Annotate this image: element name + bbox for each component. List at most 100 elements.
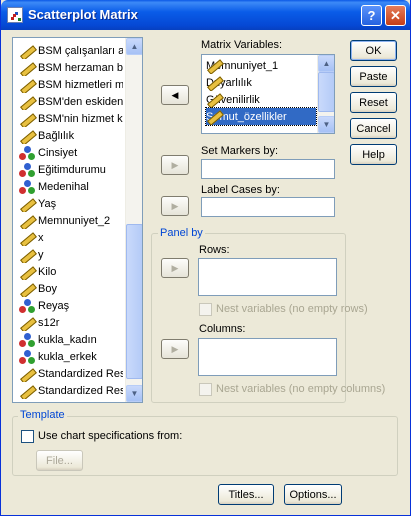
source-variable-list[interactable]: BSM çalışanları asl BSM herzaman be BSM hi… [12, 37, 143, 403]
scale-variable-icon [19, 230, 35, 246]
rows-move-button[interactable]: ▶ [161, 258, 189, 278]
nominal-variable-icon [19, 332, 35, 348]
rows-nest-checkbox[interactable] [199, 303, 212, 316]
scale-variable-icon [19, 128, 35, 144]
help-button[interactable]: Help [350, 144, 397, 165]
title-bar[interactable]: Scatterplot Matrix ? ✕ [1, 0, 410, 30]
scatterplot-matrix-dialog: Scatterplot Matrix ? ✕ BSM çalışanları a… [0, 0, 411, 516]
matrix-variables-label: Matrix Variables: [201, 39, 283, 51]
variable-item[interactable]: Memnuniyet_2 [19, 212, 123, 229]
scroll-down-icon[interactable]: ▼ [318, 116, 334, 133]
variable-item[interactable]: Kilo [19, 263, 123, 280]
scroll-down-icon[interactable]: ▼ [126, 385, 142, 402]
variable-item[interactable]: kukla_kadın [19, 331, 123, 348]
spss-app-icon [7, 7, 23, 23]
panel-by-title: Panel by [158, 227, 205, 239]
set-markers-label: Set Markers by: [201, 145, 279, 157]
variable-label: Standardized Resi [38, 367, 123, 380]
template-title: Template [18, 409, 67, 421]
columns-nest-checkbox[interactable] [199, 383, 212, 396]
title-help-button[interactable]: ? [361, 5, 382, 26]
columns-nest-label: Nest variables (no empty columns) [216, 383, 386, 395]
variable-label: Memnuniyet_2 [38, 214, 111, 227]
variable-label: kukla_erkek [38, 350, 97, 363]
variable-item[interactable]: Eğitimdurumu [19, 161, 123, 178]
matrix-variable-item[interactable]: Memnuniyet_1 [206, 57, 316, 74]
variable-label: BSM'den eskiden l [38, 95, 123, 108]
nominal-variable-icon [19, 298, 35, 314]
rows-nest-label: Nest variables (no empty rows) [216, 303, 368, 315]
ok-button[interactable]: OK [350, 40, 397, 61]
variable-label: BSM hizmetleri mül [38, 78, 123, 91]
variable-item[interactable]: BSM herzaman be [19, 59, 123, 76]
variable-item[interactable]: s12r [19, 314, 123, 331]
variable-item[interactable]: Bağlılık [19, 127, 123, 144]
variable-item[interactable]: y [19, 246, 123, 263]
move-left-button[interactable]: ◀ [161, 85, 189, 105]
variable-item[interactable]: BSM'nin hizmet ka [19, 110, 123, 127]
file-button[interactable]: File... [36, 450, 83, 471]
set-markers-move-button[interactable]: ▶ [161, 155, 189, 175]
variable-label: Yaş [38, 197, 57, 210]
variable-item[interactable]: Boy [19, 280, 123, 297]
matrix-variable-item[interactable]: Somut_özellikler [205, 107, 317, 126]
set-markers-field[interactable] [201, 159, 335, 179]
scroll-up-icon[interactable]: ▲ [126, 38, 142, 55]
paste-button[interactable]: Paste [350, 66, 397, 87]
variable-item[interactable]: BSM hizmetleri mül [19, 76, 123, 93]
scroll-thumb[interactable] [318, 72, 334, 112]
matrix-variable-item[interactable]: Güvenilirlik [206, 91, 316, 108]
title-close-button[interactable]: ✕ [385, 5, 406, 26]
variable-label: s12r [38, 316, 60, 329]
scale-variable-icon [19, 264, 35, 280]
scale-variable-icon [19, 43, 35, 59]
arrow-left-icon: ◀ [171, 89, 179, 100]
variable-item[interactable]: Cinsiyet [19, 144, 123, 161]
nominal-variable-icon [19, 349, 35, 365]
variable-item[interactable]: kukla_erkek [19, 348, 123, 365]
arrow-right-icon: ▶ [171, 200, 179, 211]
window-title: Scatterplot Matrix [28, 7, 138, 22]
scale-variable-icon [19, 60, 35, 76]
scale-variable-icon [19, 281, 35, 297]
variable-item[interactable]: Standardized Resi [19, 365, 123, 382]
use-chart-spec-label: Use chart specifications from: [38, 430, 183, 442]
use-chart-spec-checkbox[interactable] [21, 430, 34, 443]
columns-field[interactable] [198, 338, 337, 376]
scale-variable-icon [19, 383, 35, 399]
variable-item[interactable]: Standardized Resi [19, 382, 123, 399]
variable-label: Reyaş [38, 299, 70, 312]
scroll-up-icon[interactable]: ▲ [318, 55, 334, 72]
variable-item[interactable]: Reyaş [19, 297, 123, 314]
source-list-scrollbar[interactable]: ▲ ▼ [125, 38, 142, 402]
rows-field[interactable] [198, 258, 337, 296]
cancel-button[interactable]: Cancel [350, 118, 397, 139]
variable-item[interactable]: x [19, 229, 123, 246]
variable-item[interactable]: BSM'den eskiden l [19, 93, 123, 110]
matrix-variables-list[interactable]: Memnuniyet_1 Duyarlılık Güvenilirlik Somut_… [201, 54, 335, 134]
variable-item[interactable]: Medenihal [19, 178, 123, 195]
variable-label: kukla_kadın [38, 333, 97, 346]
label-cases-field[interactable] [201, 197, 335, 217]
scale-variable-icon [19, 94, 35, 110]
reset-button[interactable]: Reset [350, 92, 397, 113]
options-button[interactable]: Options... [284, 484, 342, 505]
variable-label: Cinsiyet [38, 146, 78, 159]
columns-move-button[interactable]: ▶ [161, 339, 189, 359]
arrow-right-icon: ▶ [171, 159, 179, 170]
nominal-variable-icon [19, 145, 35, 161]
variable-item[interactable]: Yaş [19, 195, 123, 212]
scale-variable-icon [19, 247, 35, 263]
arrow-right-icon: ▶ [171, 343, 179, 354]
variable-label: Standardized Resi [38, 384, 123, 397]
variable-label: Boy [38, 282, 57, 295]
columns-label: Columns: [199, 323, 246, 335]
label-cases-move-button[interactable]: ▶ [161, 196, 189, 216]
scale-variable-icon [19, 315, 35, 331]
matrix-list-scrollbar[interactable]: ▲ ▼ [317, 55, 334, 133]
matrix-variable-item[interactable]: Duyarlılık [206, 74, 316, 91]
scroll-thumb[interactable] [126, 224, 142, 379]
variable-item[interactable]: BSM çalışanları asl [19, 42, 123, 59]
variable-label: x [38, 231, 44, 244]
titles-button[interactable]: Titles... [218, 484, 274, 505]
